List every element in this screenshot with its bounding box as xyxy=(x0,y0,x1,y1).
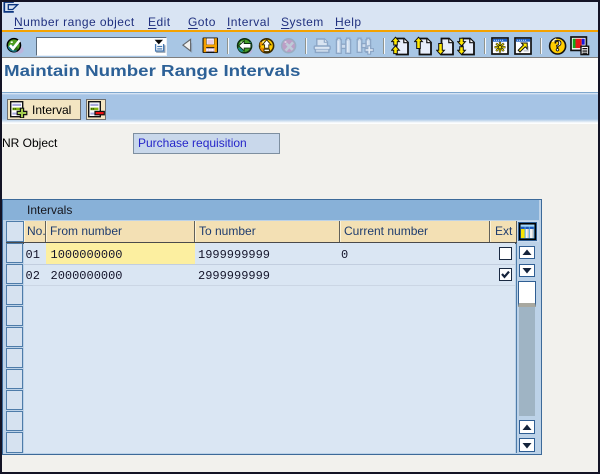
svg-text:?: ? xyxy=(554,38,562,55)
